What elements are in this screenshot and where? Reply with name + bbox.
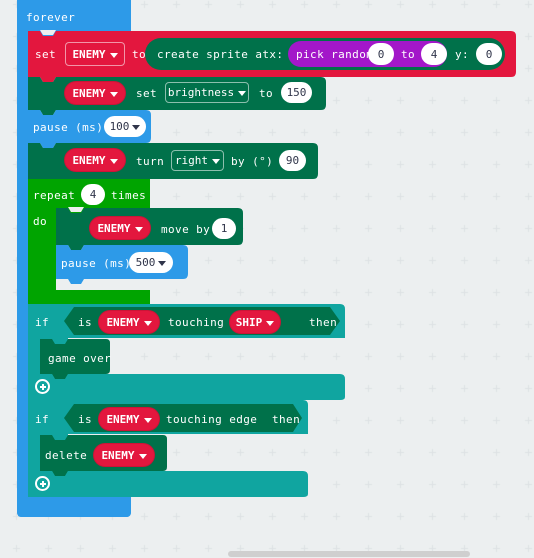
variable-dropdown-enemy[interactable]: ENEMY — [65, 42, 125, 66]
sprite-y-label: y: — [455, 48, 470, 61]
chevron-down-icon — [212, 159, 221, 164]
plus-circle-icon[interactable] — [35, 476, 50, 491]
is-label-1: is — [78, 316, 93, 329]
pick-random-from-input[interactable]: 0 — [368, 43, 394, 65]
move-by-label: move by — [161, 223, 211, 236]
game-over-label: game over — [48, 352, 112, 365]
then-label-1: then — [309, 316, 338, 329]
set-label: set — [35, 48, 57, 61]
pause-value-2: 500 — [135, 256, 156, 269]
variable-dropdown-enemy-delete[interactable]: ENEMY — [93, 443, 155, 467]
turn-label: turn — [136, 155, 165, 168]
chevron-down-icon — [143, 320, 152, 326]
variable-dropdown-enemy-brightness-label: ENEMY — [72, 86, 106, 100]
chevron-down-icon — [134, 226, 143, 232]
property-dropdown-brightness[interactable]: brightness — [165, 82, 249, 103]
variable-dropdown-ship-label: SHIP — [235, 315, 263, 329]
touching-edge-label: touching edge — [166, 413, 258, 426]
turn-degrees-input[interactable]: 90 — [279, 150, 306, 171]
chevron-down-icon — [109, 158, 118, 164]
if-label-1: if — [35, 316, 50, 329]
pause-value-dropdown-1[interactable]: 100 — [104, 116, 146, 137]
variable-dropdown-enemy-edge[interactable]: ENEMY — [98, 407, 160, 431]
variable-dropdown-enemy-turn-label: ENEMY — [72, 153, 106, 167]
turn-direction-label: right — [174, 154, 209, 167]
variable-dropdown-enemy-turn[interactable]: ENEMY — [64, 148, 126, 172]
variable-dropdown-enemy-label: ENEMY — [72, 47, 106, 61]
repeat-do-label: do — [33, 215, 48, 228]
chevron-down-icon — [266, 320, 275, 326]
chevron-down-icon — [109, 52, 118, 58]
delete-label: delete — [45, 449, 88, 462]
variable-dropdown-enemy-touching-label: ENEMY — [106, 315, 140, 329]
repeat-count-input[interactable]: 4 — [81, 184, 105, 205]
workspace-horizontal-scrollbar[interactable] — [228, 551, 470, 557]
pick-random-to-label: to — [401, 48, 416, 61]
chevron-down-icon — [238, 91, 247, 96]
repeat-label: repeat — [33, 189, 76, 202]
sprite-y-input[interactable]: 0 — [476, 43, 502, 65]
variable-dropdown-enemy-move-label: ENEMY — [97, 221, 131, 235]
turn-by-label: by (°) — [231, 155, 274, 168]
move-distance-input[interactable]: 1 — [212, 218, 236, 239]
touching-label-1: touching — [168, 316, 225, 329]
is-label-2: is — [78, 413, 93, 426]
variable-dropdown-enemy-move[interactable]: ENEMY — [89, 216, 151, 240]
variable-dropdown-enemy-touching[interactable]: ENEMY — [98, 310, 160, 334]
then-label-2: then — [272, 413, 301, 426]
chevron-down-icon — [138, 453, 147, 459]
chevron-down-icon — [143, 417, 152, 423]
variable-dropdown-enemy-brightness[interactable]: ENEMY — [64, 81, 126, 105]
property-dropdown-brightness-label: brightness — [167, 86, 235, 99]
pause-value-dropdown-2[interactable]: 500 — [129, 252, 173, 273]
repeat-times-label: times — [111, 189, 147, 202]
to-label: to — [132, 48, 147, 61]
variable-dropdown-enemy-edge-label: ENEMY — [106, 412, 140, 426]
chevron-down-icon — [109, 91, 118, 97]
forever-label: forever — [26, 11, 76, 24]
chevron-down-icon — [132, 125, 141, 130]
variable-dropdown-ship[interactable]: SHIP — [229, 310, 281, 334]
pause-label-2: pause (ms) — [61, 257, 132, 270]
turn-direction-dropdown[interactable]: right — [171, 150, 224, 171]
plus-circle-icon[interactable] — [35, 379, 50, 394]
pick-random-to-input[interactable]: 4 — [421, 43, 447, 65]
blocks-canvas[interactable]: forever set ENEMY to create sprite atx: … — [0, 0, 534, 558]
chevron-down-icon — [158, 261, 167, 266]
pick-random-label: pick random — [296, 48, 374, 61]
brightness-to-label: to — [259, 87, 274, 100]
brightness-value-input[interactable]: 150 — [281, 82, 312, 103]
variable-dropdown-enemy-delete-label: ENEMY — [101, 448, 135, 462]
create-sprite-label: create sprite atx: — [157, 48, 284, 61]
if-label-2: if — [35, 413, 50, 426]
pause-label-1: pause (ms) — [33, 121, 104, 134]
set-property-label: set — [136, 87, 158, 100]
pause-value-1: 100 — [109, 120, 130, 133]
